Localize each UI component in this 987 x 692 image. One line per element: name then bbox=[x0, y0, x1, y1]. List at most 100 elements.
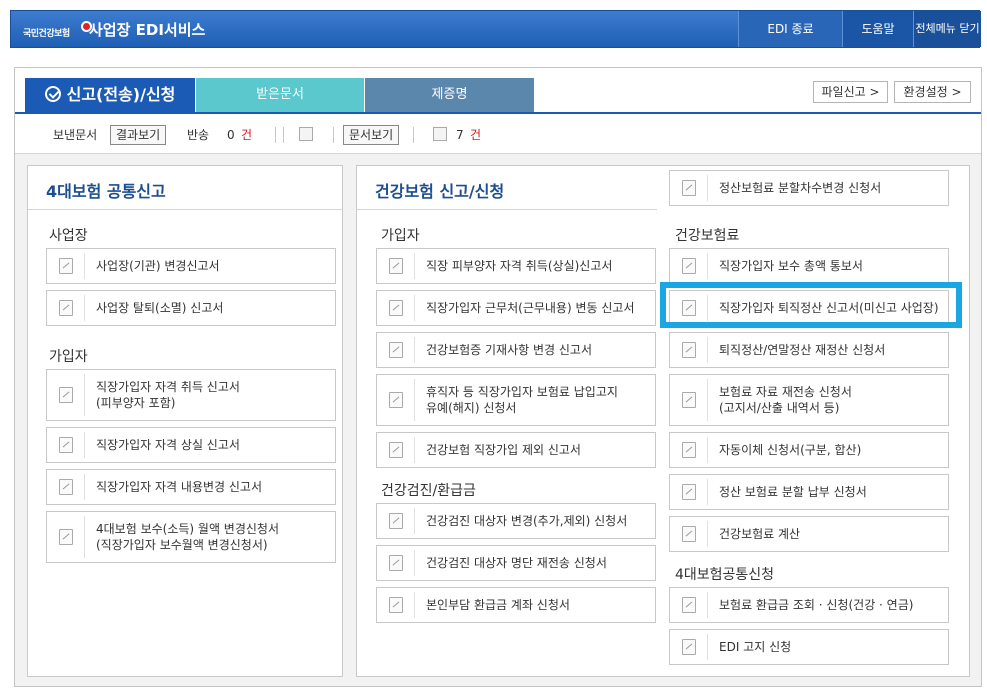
document-edit-icon bbox=[682, 342, 696, 358]
form-item[interactable]: 직장가입자 자격 취득 신고서 (피부양자 포함) bbox=[46, 369, 336, 421]
logo-text: 국민건강보험 bbox=[23, 29, 70, 39]
form-item-label: 건강보험료 계산 bbox=[719, 527, 801, 541]
form-item-label: 정산보험료 분할차수변경 신청서 bbox=[719, 181, 882, 195]
form-item[interactable]: 4대보험 보수(소득) 월액 변경신청서 (직장가입자 보수월액 변경신청서) bbox=[46, 511, 336, 563]
document-edit-icon bbox=[59, 258, 73, 274]
file-report-button[interactable]: 파일신고 > bbox=[813, 81, 888, 103]
nhis-logo[interactable]: 국민건강보험 bbox=[23, 21, 92, 41]
form-item[interactable]: 건강검진 대상자 변경(추가,제외) 신청서 bbox=[376, 503, 656, 539]
form-item[interactable]: 보험료 자료 재전송 신청서 (고지서/산출 내역서 등) bbox=[669, 374, 949, 426]
form-item-label: 직장가입자 자격 상실 신고서 bbox=[96, 438, 240, 452]
tab-certificate[interactable]: 제증명 bbox=[365, 78, 534, 112]
form-item-label: 정산 보험료 분할 납부 신청서 bbox=[719, 485, 867, 499]
divider bbox=[84, 432, 85, 458]
return-count[interactable]: 0 bbox=[227, 125, 235, 145]
document-edit-icon bbox=[389, 300, 403, 316]
help-button[interactable]: 도움말 bbox=[842, 11, 913, 47]
form-item[interactable]: 보험료 환급금 조회 · 신청(건강 · 연금) bbox=[669, 587, 949, 623]
app-title: 사업장 EDI서비스 bbox=[89, 21, 206, 39]
divider bbox=[707, 634, 708, 660]
divider bbox=[707, 253, 708, 279]
form-item-label: 4대보험 보수(소득) 월액 변경신청서 (직장가입자 보수월액 변경신청서) bbox=[96, 522, 280, 552]
mail-icon[interactable] bbox=[299, 127, 313, 141]
main-frame: 신고(전송)/신청 받은문서 제증명 파일신고 > 환경설정 > 보낸문서 결과… bbox=[14, 67, 982, 687]
form-item-label: 본인부담 환급금 계좌 신청서 bbox=[426, 598, 570, 612]
divider bbox=[333, 127, 334, 143]
tab-bar: 신고(전송)/신청 받은문서 제증명 파일신고 > 환경설정 > bbox=[15, 68, 981, 112]
form-item[interactable]: 직장가입자 자격 내용변경 신고서 bbox=[46, 469, 336, 505]
form-item-label: EDI 고지 신청 bbox=[719, 640, 792, 654]
divider bbox=[414, 253, 415, 279]
close-all-menu-button[interactable]: 전체메뉴 닫기 bbox=[913, 11, 981, 47]
document-edit-icon bbox=[682, 597, 696, 613]
env-settings-button[interactable]: 환경설정 > bbox=[894, 81, 971, 103]
return-count-unit: 건 bbox=[241, 128, 253, 142]
form-item[interactable]: 직장가입자 보수 총액 통보서 bbox=[669, 248, 949, 284]
sent-documents-label: 보낸문서 bbox=[53, 128, 98, 142]
form-item[interactable]: 건강검진 대상자 명단 재전송 신청서 bbox=[376, 545, 656, 581]
form-item-label: 사업장 탈퇴(소멸) 신고서 bbox=[96, 301, 224, 315]
form-item-label: 직장가입자 자격 내용변경 신고서 bbox=[96, 480, 263, 494]
document-edit-icon bbox=[682, 526, 696, 542]
form-item[interactable]: 직장 피부양자 자격 취득(상실)신고서 bbox=[376, 248, 656, 284]
divider bbox=[414, 437, 415, 463]
form-item-label: 건강검진 대상자 명단 재전송 신청서 bbox=[426, 556, 607, 570]
divider bbox=[414, 295, 415, 321]
divider bbox=[707, 592, 708, 618]
section-title-workplace: 사업장 bbox=[49, 228, 88, 244]
form-item[interactable]: 사업장(기관) 변경신고서 bbox=[46, 248, 336, 284]
form-item-label: 자동이체 신청서(구분, 합산) bbox=[719, 443, 862, 457]
form-item-label: 사업장(기관) 변경신고서 bbox=[96, 259, 220, 273]
form-item[interactable]: 정산 보험료 분할 납부 신청서 bbox=[669, 474, 949, 510]
form-item[interactable]: 건강보험료 계산 bbox=[669, 516, 949, 552]
document-edit-icon bbox=[389, 513, 403, 529]
form-item[interactable]: EDI 고지 신청 bbox=[669, 629, 949, 665]
document-count[interactable]: 7 bbox=[456, 125, 464, 145]
form-item[interactable]: 자동이체 신청서(구분, 합산) bbox=[669, 432, 949, 468]
section-title-checkup-refund: 건강검진/환급금 bbox=[381, 483, 476, 499]
form-item[interactable]: 건강보험증 기재사항 변경 신고서 bbox=[376, 332, 656, 368]
form-item[interactable]: 본인부담 환급금 계좌 신청서 bbox=[376, 587, 656, 623]
panel-title: 건강보험 신고/신청 bbox=[375, 182, 505, 201]
form-item-label: 보험료 자료 재전송 신청서 (고지서/산출 내역서 등) bbox=[719, 385, 852, 415]
form-item[interactable]: 직장가입자 자격 상실 신고서 bbox=[46, 427, 336, 463]
divider bbox=[414, 508, 415, 534]
edi-close-button[interactable]: EDI 종료 bbox=[738, 11, 842, 47]
document-edit-icon bbox=[389, 258, 403, 274]
divider bbox=[707, 479, 708, 505]
form-item-label: 건강검진 대상자 변경(추가,제외) 신청서 bbox=[426, 514, 628, 528]
document-edit-icon bbox=[682, 484, 696, 500]
document-edit-icon bbox=[389, 597, 403, 613]
check-circle-icon bbox=[44, 86, 61, 102]
selected-item-highlight bbox=[660, 282, 962, 328]
document-edit-icon bbox=[682, 442, 696, 458]
document-edit-icon bbox=[682, 392, 696, 408]
form-item[interactable]: 직장가입자 근무처(근무내용) 변동 신고서 bbox=[376, 290, 656, 326]
top-header: 국민건강보험 사업장 EDI서비스 EDI 종료 도움말 전체메뉴 닫기 bbox=[10, 10, 981, 48]
form-item-label: 직장가입자 근무처(근무내용) 변동 신고서 bbox=[426, 301, 635, 315]
form-item[interactable]: 퇴직정산/연말정산 재정산 신청서 bbox=[669, 332, 949, 368]
divider bbox=[707, 437, 708, 463]
document-view-button[interactable]: 문서보기 bbox=[343, 125, 400, 145]
document-edit-icon bbox=[389, 392, 403, 408]
form-item[interactable]: 휴직자 등 직장가입자 보험료 납입고지 유예(해지) 신청서 bbox=[376, 374, 656, 426]
form-item[interactable]: 사업장 탈퇴(소멸) 신고서 bbox=[46, 290, 336, 326]
tab-report-label: 신고(전송)/신청 bbox=[66, 85, 176, 104]
form-item-label: 직장가입자 보수 총액 통보서 bbox=[719, 259, 863, 273]
divider bbox=[84, 474, 85, 500]
health-insurance-panel: 건강보험 신고/신청 가입자 건강검진/환급금 건강보험료 4대보험공통신청 정… bbox=[356, 165, 970, 677]
panel-header: 건강보험 신고/신청 bbox=[357, 166, 657, 210]
form-item[interactable]: 건강보험 직장가입 제외 신고서 bbox=[376, 432, 656, 468]
document-icon[interactable] bbox=[433, 127, 447, 141]
form-item-label: 보험료 환급금 조회 · 신청(건강 · 연금) bbox=[719, 598, 914, 612]
tab-report-submit[interactable]: 신고(전송)/신청 bbox=[25, 78, 195, 112]
divider bbox=[414, 379, 415, 421]
tab-received-documents[interactable]: 받은문서 bbox=[196, 78, 364, 112]
result-view-button[interactable]: 결과보기 bbox=[110, 125, 167, 145]
divider bbox=[707, 175, 708, 201]
form-item[interactable]: 정산보험료 분할차수변경 신청서 bbox=[669, 170, 949, 206]
divider bbox=[707, 379, 708, 421]
divider bbox=[275, 127, 276, 143]
return-label: 반송 bbox=[187, 128, 210, 142]
document-edit-icon bbox=[59, 529, 73, 545]
